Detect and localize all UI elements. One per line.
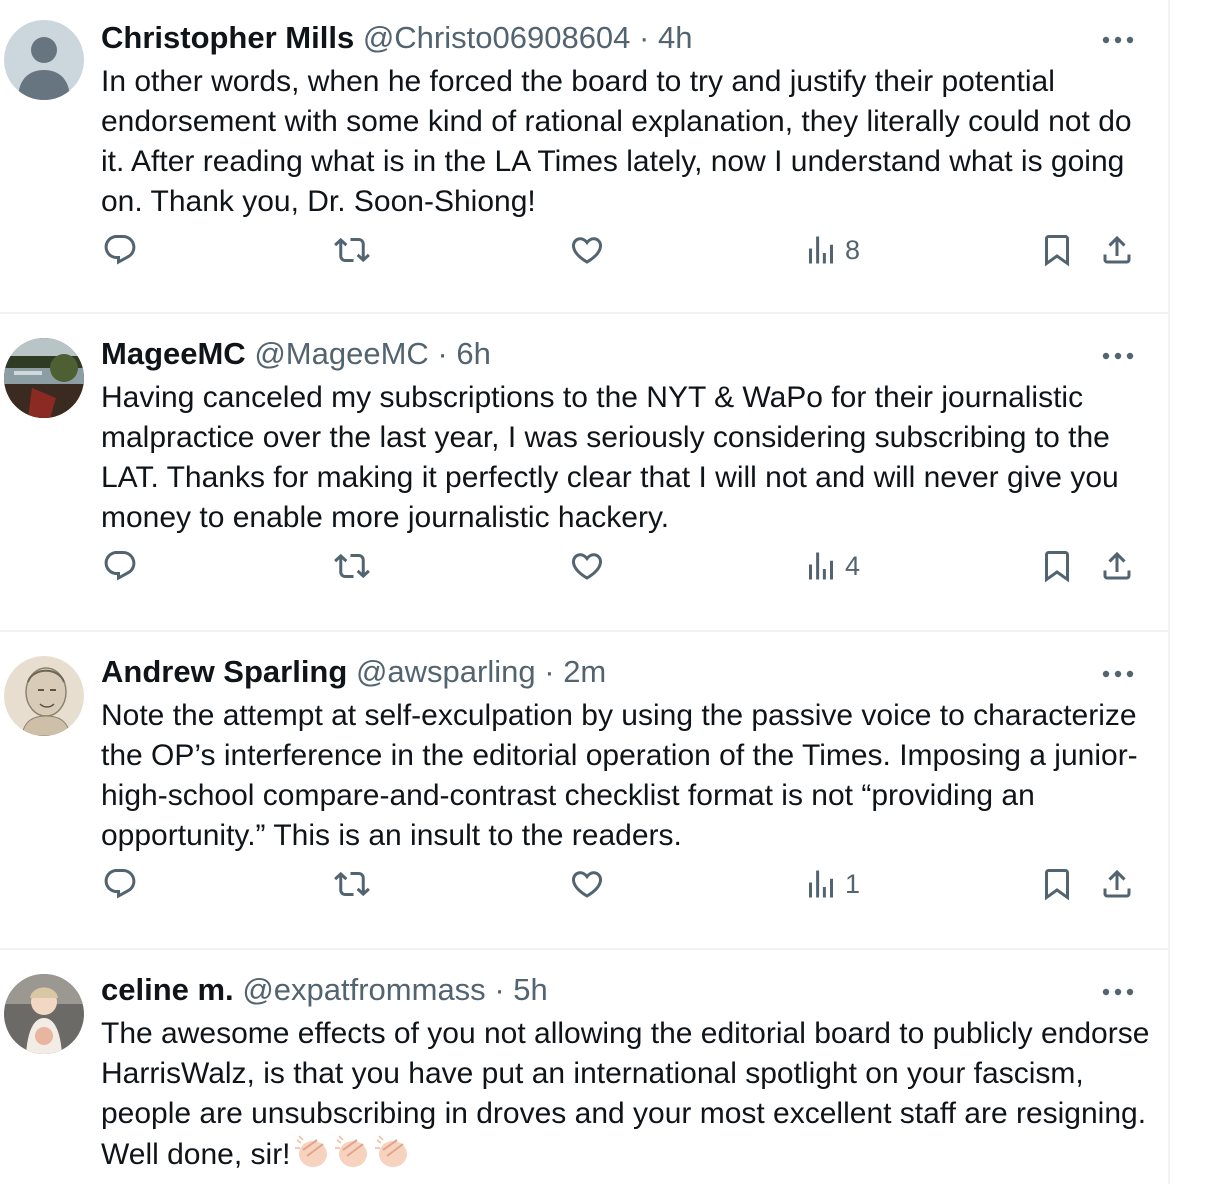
- share-button[interactable]: [1099, 544, 1135, 588]
- repost-icon: [334, 553, 370, 579]
- share-icon: [1103, 551, 1131, 580]
- divider: [0, 312, 1168, 314]
- tweet-text: In other words, when he forced the board…: [101, 65, 1132, 218]
- divider: [0, 948, 1168, 950]
- reply-icon: [104, 235, 136, 265]
- more-button[interactable]: [1096, 338, 1140, 374]
- tweet-text: Note the attempt at self-exculpation by …: [101, 699, 1138, 852]
- handle[interactable]: @Christo06908604: [363, 20, 631, 55]
- timestamp[interactable]: 5h: [513, 972, 547, 1007]
- tweet-header: MageeMC @MageeMC · 6h: [101, 334, 491, 374]
- timestamp[interactable]: 6h: [456, 336, 490, 371]
- tweet-text: The awesome effects of you not allowing …: [101, 1014, 1151, 1175]
- repost-button[interactable]: [334, 544, 370, 588]
- avatar[interactable]: [4, 20, 84, 100]
- bookmark-button[interactable]: [1039, 544, 1075, 588]
- clapping-hands-icon: [374, 1135, 407, 1167]
- bookmark-icon: [1045, 869, 1069, 901]
- reply-icon: [104, 551, 136, 581]
- like-icon: [571, 871, 603, 898]
- tweet-header: celine m. @expatfrommass · 5h: [101, 970, 548, 1010]
- share-button[interactable]: [1099, 228, 1135, 272]
- doll-photo-avatar-icon: [4, 974, 84, 1054]
- like-icon: [571, 553, 603, 580]
- like-button[interactable]: [569, 228, 605, 272]
- tweet-text-content: The awesome effects of you not allowing …: [101, 1017, 1150, 1171]
- repost-icon: [334, 871, 370, 897]
- tweet-header: Christopher Mills @Christo06908604 · 4h: [101, 18, 692, 58]
- avatar[interactable]: [4, 338, 84, 418]
- divider: [0, 630, 1168, 632]
- reply-button[interactable]: [102, 544, 138, 588]
- share-icon: [1103, 869, 1131, 898]
- more-button[interactable]: [1096, 22, 1140, 58]
- repost-icon: [334, 237, 370, 263]
- like-button[interactable]: [569, 544, 605, 588]
- separator: ·: [494, 972, 505, 1007]
- tweet-header: Andrew Sparling @awsparling · 2m: [101, 652, 606, 692]
- clapping-hands-icon: [294, 1135, 327, 1167]
- reply-button[interactable]: [102, 862, 138, 906]
- tweet[interactable]: Christopher Mills @Christo06908604 · 4h …: [0, 0, 1168, 314]
- handle[interactable]: @awsparling: [356, 654, 536, 689]
- separator: ·: [639, 20, 650, 55]
- more-icon: [1102, 988, 1134, 996]
- action-bar: 1: [0, 862, 1168, 906]
- views-count: 4: [845, 550, 861, 581]
- more-icon: [1102, 36, 1134, 44]
- avatar[interactable]: [4, 656, 84, 736]
- avatar[interactable]: [4, 974, 84, 1054]
- views-icon: [809, 870, 833, 898]
- tweet-text: Having canceled my subscriptions to the …: [101, 381, 1119, 534]
- handle[interactable]: @expatfrommass: [242, 972, 485, 1007]
- display-name[interactable]: Christopher Mills: [101, 20, 354, 55]
- views-icon: [809, 552, 833, 580]
- more-icon: [1102, 352, 1134, 360]
- bookmark-button[interactable]: [1039, 862, 1075, 906]
- bookmark-icon: [1045, 551, 1069, 583]
- display-name[interactable]: Andrew Sparling: [101, 654, 347, 689]
- more-button[interactable]: [1096, 656, 1140, 692]
- action-bar: 4: [0, 544, 1168, 588]
- views-button[interactable]: 4: [803, 544, 860, 588]
- views-icon: [809, 236, 833, 264]
- display-name[interactable]: celine m.: [101, 972, 234, 1007]
- like-button[interactable]: [569, 862, 605, 906]
- reply-icon: [104, 869, 136, 899]
- repost-button[interactable]: [334, 228, 370, 272]
- action-bar: 8: [0, 228, 1168, 272]
- more-button[interactable]: [1096, 974, 1140, 1010]
- more-icon: [1102, 670, 1134, 678]
- share-icon: [1103, 235, 1131, 264]
- clapping-hands-icon: [334, 1135, 367, 1167]
- views-button[interactable]: 8: [803, 228, 860, 272]
- handle[interactable]: @MageeMC: [254, 336, 428, 371]
- repost-button[interactable]: [334, 862, 370, 906]
- separator: ·: [437, 336, 448, 371]
- display-name[interactable]: MageeMC: [101, 336, 246, 371]
- views-button[interactable]: 1: [803, 862, 860, 906]
- share-button[interactable]: [1099, 862, 1135, 906]
- lake-photo-avatar-icon: [4, 338, 84, 418]
- timeline: Christopher Mills @Christo06908604 · 4h …: [0, 0, 1168, 1184]
- bookmark-icon: [1045, 235, 1069, 267]
- default-avatar-icon: [4, 20, 84, 100]
- tweet[interactable]: celine m. @expatfrommass · 5h The awesom…: [0, 952, 1168, 1184]
- sketch-portrait-avatar-icon: [4, 656, 84, 736]
- timestamp[interactable]: 2m: [563, 654, 606, 689]
- timeline-border: [1168, 0, 1170, 1184]
- separator: ·: [544, 654, 555, 689]
- bookmark-button[interactable]: [1039, 228, 1075, 272]
- reply-button[interactable]: [102, 228, 138, 272]
- views-count: 8: [845, 234, 861, 265]
- like-icon: [571, 237, 603, 264]
- tweet[interactable]: MageeMC @MageeMC · 6h Having canceled my…: [0, 316, 1168, 632]
- tweet[interactable]: Andrew Sparling @awsparling · 2m Note th…: [0, 634, 1168, 950]
- views-count: 1: [845, 868, 861, 899]
- timestamp[interactable]: 4h: [658, 20, 692, 55]
